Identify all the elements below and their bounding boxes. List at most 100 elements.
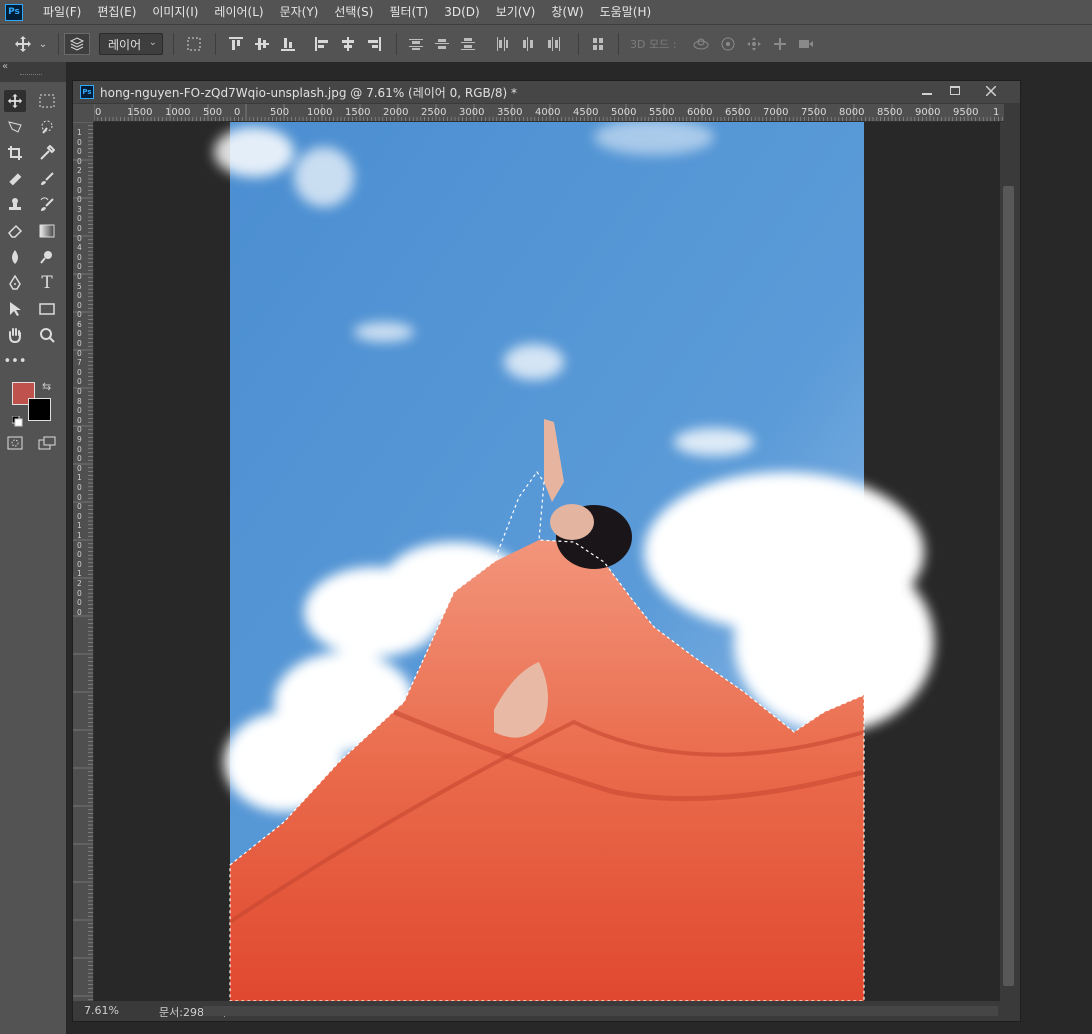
transform-controls-icon[interactable] [183,33,205,55]
document-title: hong-nguyen-FO-zQd7Wqio-unsplash.jpg @ 7… [100,85,517,100]
chevron-down-icon: ⌄ [148,37,157,48]
menu-file[interactable]: 파일(F) [35,0,89,24]
tools-panel: T ••• ⇆ [0,82,66,1034]
rectangle-tool[interactable] [36,298,58,320]
crop-tool[interactable] [4,142,26,164]
distribute-left-icon[interactable] [492,33,512,55]
clone-stamp-tool[interactable] [4,194,26,216]
distribute-top-icon[interactable] [406,33,426,55]
ruler-label: 1000 [307,107,333,118]
ruler-label: 2000 [383,107,409,118]
ruler-label: 3000 [459,107,485,118]
ruler-label: 7500 [801,107,827,118]
ruler-label: 4500 [573,107,599,118]
align-horizontal-center-icon[interactable] [338,33,358,55]
menu-edit[interactable]: 편집(E) [89,0,144,24]
vertical-scrollbar[interactable] [1000,122,1019,1001]
healing-brush-tool[interactable] [4,168,26,190]
distribute-right-icon[interactable] [544,33,564,55]
ruler-label: 0 [234,107,241,118]
move-tool[interactable] [4,90,26,112]
menu-layer[interactable]: 레이어(L) [206,0,271,24]
ruler-label: 6500 [725,107,751,118]
horizontal-scrollbar[interactable] [203,1006,998,1016]
align-left-icon[interactable] [312,33,332,55]
document-title-bar[interactable]: Ps hong-nguyen-FO-zQd7Wqio-unsplash.jpg … [73,81,1020,103]
auto-select-target-value: 레이어 [108,37,142,52]
background-color-swatch[interactable] [28,398,51,421]
photoshop-logo[interactable]: Ps [5,3,23,21]
photo-canvas[interactable] [94,122,1000,1001]
menu-type[interactable]: 문자(Y) [272,0,327,24]
history-brush-tool[interactable] [36,194,58,216]
ruler-label: 0 [95,107,102,118]
ruler-label: 500 [203,107,223,118]
document-ps-icon: Ps [80,85,94,99]
auto-select-layers-icon[interactable] [64,33,90,55]
brush-tool[interactable] [36,168,58,190]
zoom-level[interactable]: 7.61% [84,1004,119,1017]
ruler-label: 5500 [649,107,675,118]
ruler-label: 7000 [763,107,789,118]
ruler-label: 500 [270,107,290,118]
dodge-tool[interactable] [36,246,58,268]
menu-3d[interactable]: 3D(D) [436,0,487,24]
ruler-origin[interactable] [73,104,94,122]
tool-preset-chevron-icon[interactable]: ⌄ [36,33,50,55]
menu-window[interactable]: 창(W) [543,0,591,24]
distribute-vertical-center-icon[interactable] [432,33,452,55]
menu-view[interactable]: 보기(V) [488,0,544,24]
align-top-icon[interactable] [226,33,246,55]
horizontal-ruler[interactable]: 0 1500 1000 500 0 500 1000 1500 2000 250… [94,104,1004,122]
path-selection-tool[interactable] [4,298,26,320]
edit-toolbar-icon[interactable]: ••• [4,350,27,372]
menu-help[interactable]: 도움말(H) [592,0,660,24]
menu-select[interactable]: 선택(S) [326,0,381,24]
align-bottom-icon[interactable] [278,33,298,55]
eyedropper-tool[interactable] [36,142,58,164]
scale-3d-camera-icon[interactable] [795,33,817,55]
pen-tool[interactable] [4,272,26,294]
default-colors-icon[interactable] [11,412,23,431]
quick-mask-icon[interactable] [4,432,26,454]
distribute-spacing-icon[interactable] [588,33,608,55]
align-right-icon[interactable] [364,33,384,55]
screen-mode-icon[interactable] [36,432,58,454]
canvas-area[interactable] [94,122,1000,1001]
ruler-label: 1500 [127,107,153,118]
tools-panel-header[interactable]: « [0,61,66,82]
roll-3d-icon[interactable] [717,33,739,55]
slide-3d-icon[interactable] [769,33,791,55]
marquee-tool[interactable] [36,90,58,112]
ruler-label: 6000 [687,107,713,118]
menu-filter[interactable]: 필터(T) [381,0,436,24]
pan-3d-icon[interactable] [743,33,765,55]
eraser-tool[interactable] [4,220,26,242]
close-icon[interactable] [975,81,1007,101]
scrollbar-thumb[interactable] [1003,186,1014,986]
ruler-label: 9000 [915,107,941,118]
document-window: Ps hong-nguyen-FO-zQd7Wqio-unsplash.jpg … [72,80,1021,1022]
distribute-horizontal-center-icon[interactable] [518,33,538,55]
ruler-label: 5000 [611,107,637,118]
swap-colors-icon[interactable]: ⇆ [42,380,51,393]
blur-tool[interactable] [4,246,26,268]
vertical-ruler[interactable]: 1 0 0 0 2 0 0 0 3 0 0 0 4 0 0 0 5 0 0 0 … [73,122,94,1001]
collapse-panel-icon[interactable]: « [2,61,8,72]
zoom-tool[interactable] [36,324,58,346]
gradient-tool[interactable] [36,220,58,242]
hand-tool[interactable] [4,324,26,346]
align-vertical-center-icon[interactable] [252,33,272,55]
menu-image[interactable]: 이미지(I) [144,0,206,24]
orbit-3d-icon[interactable] [690,33,712,55]
auto-select-target-select[interactable]: 레이어 ⌄ [99,33,163,55]
type-tool[interactable]: T [36,272,58,294]
maximize-icon[interactable] [939,81,971,101]
ruler-label: 3500 [497,107,523,118]
menu-bar: Ps 파일(F) 편집(E) 이미지(I) 레이어(L) 문자(Y) 선택(S)… [0,0,1092,24]
quick-selection-tool[interactable] [36,116,58,138]
distribute-bottom-icon[interactable] [458,33,478,55]
move-tool-icon[interactable] [12,33,34,55]
ruler-label: 9500 [953,107,979,118]
lasso-tool[interactable] [4,116,26,138]
